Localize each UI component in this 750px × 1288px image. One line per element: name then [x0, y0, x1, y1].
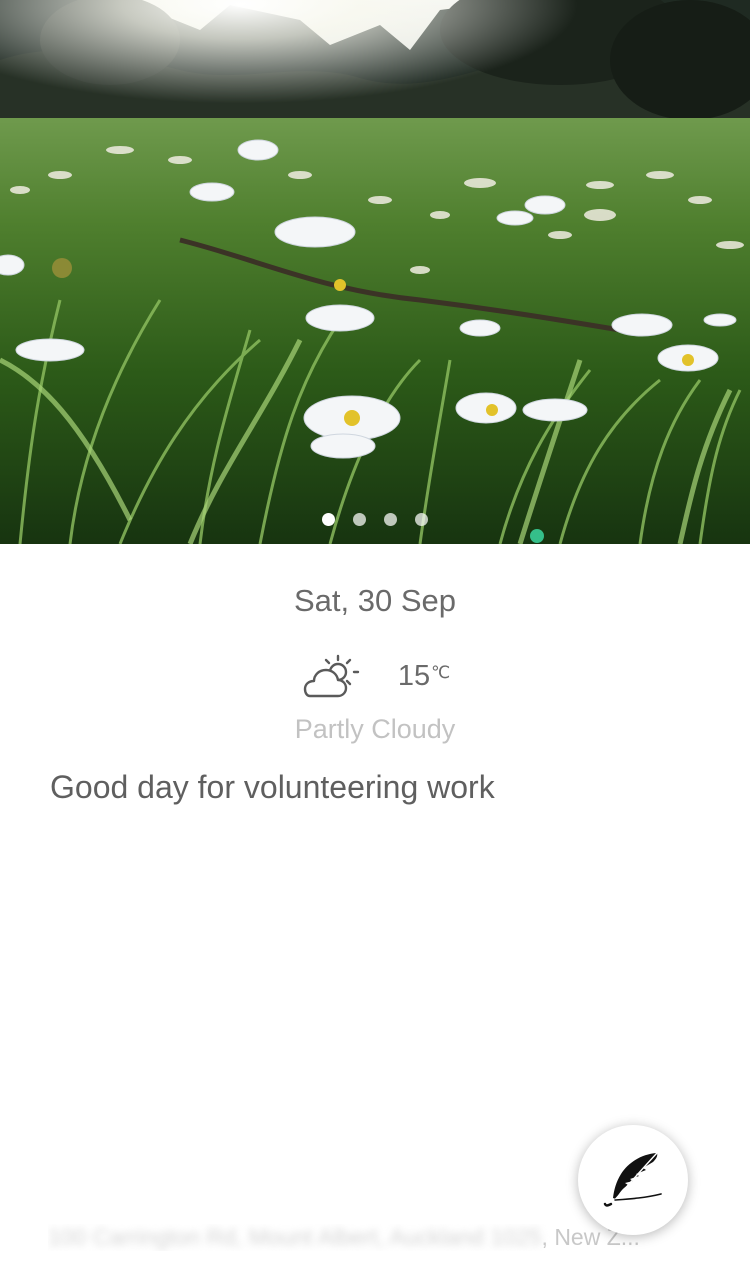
carousel-page-indicator[interactable] — [0, 513, 750, 526]
weather-condition: Partly Cloudy — [294, 714, 456, 744]
partly-cloudy-icon — [303, 654, 360, 698]
page-dot[interactable] — [322, 513, 335, 526]
journal-entry-screen: Sat, 30 Sep 15 ℃ Partly Cloudy Good day … — [0, 0, 750, 1288]
compose-button[interactable] — [578, 1125, 688, 1235]
page-dot[interactable] — [415, 513, 428, 526]
feather-icon — [603, 1152, 662, 1207]
location-label[interactable]: 100 Carrington Rd, Mount Albert, Aucklan… — [48, 1224, 698, 1251]
hero-photo-carousel[interactable] — [0, 0, 750, 544]
location-address-obscured: 100 Carrington Rd, Mount Albert, Aucklan… — [48, 1224, 542, 1250]
weather-summary: 15 ℃ — [0, 652, 750, 700]
entry-date: Sat, 30 Sep — [293, 583, 456, 618]
temperature-value: 15 — [397, 659, 431, 692]
page-dot[interactable] — [353, 513, 366, 526]
daisy-field-photo — [0, 0, 750, 544]
page-dot[interactable] — [384, 513, 397, 526]
temperature-unit: ℃ — [431, 662, 451, 682]
temperature-readout: 15 ℃ — [398, 660, 450, 693]
entry-text[interactable]: Good day for volunteering work — [50, 769, 495, 806]
